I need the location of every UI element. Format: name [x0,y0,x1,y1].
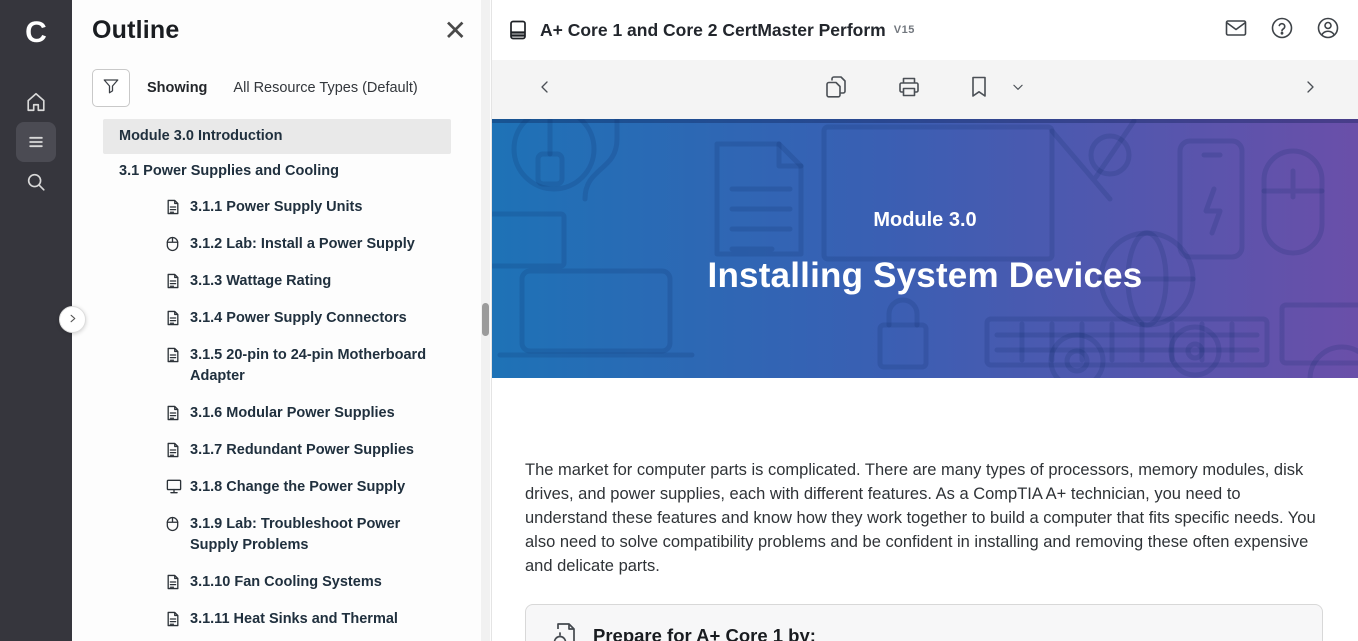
previous-page-button[interactable] [537,79,553,100]
outline-item-label: 3.1.9 Lab: Troubleshoot Power Supply Pro… [190,514,440,556]
bookmark-button[interactable] [970,76,988,103]
document-icon [166,199,182,215]
account-icon [1316,16,1340,45]
outline-item-label: 3.1.1 Power Supply Units [190,197,362,218]
course-version: V15 [894,24,915,36]
messages-button[interactable] [1224,16,1248,45]
app: C [0,0,1358,641]
outline-item[interactable]: 3.1.5 20-pin to 24-pin Motherboard Adapt… [72,337,491,395]
document-icon [166,574,182,590]
outline-scrollbar-thumb[interactable] [482,303,489,336]
outline-item-label: 3.1.4 Power Supply Connectors [190,308,407,329]
bookmark-menu-button[interactable] [1011,80,1025,99]
chevron-right-icon [67,311,78,329]
module-hero-banner: Module 3.0 Installing System Devices [492,119,1358,378]
outline-item-label: 3.1.6 Modular Power Supplies [190,403,395,424]
search-button[interactable] [16,162,56,202]
panel-expander-button[interactable] [59,306,86,333]
outline-item-label: 3.1.11 Heat Sinks and Thermal [190,609,398,630]
document-icon [166,273,182,289]
main-area: A+ Core 1 and Core 2 CertMaster Perform … [492,0,1358,641]
mouse-icon [166,236,182,252]
outline-panel: Outline ✕ Showing All Resource Types (De… [72,0,492,641]
process-document-icon [552,621,578,641]
module-title: Installing System Devices [708,256,1143,296]
document-icon [166,442,182,458]
mouse-icon [166,516,182,532]
outline-item-label: 3.1.10 Fan Cooling Systems [190,572,382,593]
copy-button[interactable] [825,75,847,104]
help-icon [1270,16,1294,45]
outline-item-label: 3.1.8 Change the Power Supply [190,477,405,498]
book-icon [508,20,528,40]
outline-item[interactable]: 3.1.9 Lab: Troubleshoot Power Supply Pro… [72,506,491,564]
menu-icon [26,132,46,152]
outline-item[interactable]: 3.1.6 Modular Power Supplies [72,395,491,432]
outline-item[interactable]: 3.1 Power Supplies and Cooling [72,154,491,189]
course-title: A+ Core 1 and Core 2 CertMaster Perform [540,20,886,41]
forward-icon [1302,79,1318,100]
outline-menu-button[interactable] [16,122,56,162]
document-icon [166,611,182,627]
help-button[interactable] [1270,16,1294,45]
content-toolbar [492,60,1358,119]
outline-item-label: 3.1.5 20-pin to 24-pin Motherboard Adapt… [190,345,440,387]
module-label: Module 3.0 [873,209,976,232]
outline-item[interactable]: 3.1.2 Lab: Install a Power Supply [72,226,491,263]
outline-title: Outline [92,16,180,45]
outline-item[interactable]: 3.1.7 Redundant Power Supplies [72,432,491,469]
search-icon [25,171,47,193]
prepare-callout-card: Prepare for A+ Core 1 by: [525,604,1323,641]
filter-showing-label: Showing [147,80,207,96]
outline-list: Module 3.0 Introduction 3.1 Power Suppli… [72,119,491,638]
outline-item-label: Module 3.0 Introduction [119,126,283,147]
chevron-down-icon [1011,80,1025,99]
outline-item[interactable]: 3.1.3 Wattage Rating [72,263,491,300]
outline-item[interactable]: 3.1.4 Power Supply Connectors [72,300,491,337]
outline-item-label: 3.1.3 Wattage Rating [190,271,331,292]
document-icon [166,310,182,326]
print-icon [897,75,921,104]
intro-paragraph: The market for computer parts is complic… [525,458,1317,578]
mail-icon [1224,16,1248,45]
next-page-button[interactable] [1302,79,1318,100]
comptia-logo: C [25,10,47,56]
copy-icon [825,75,847,104]
outline-item[interactable]: 3.1.1 Power Supply Units [72,189,491,226]
outline-item[interactable]: Module 3.0 Introduction [103,119,451,154]
home-icon [25,91,47,113]
outline-item-label: 3.1.2 Lab: Install a Power Supply [190,234,415,255]
bookmark-icon [970,76,988,103]
outline-item[interactable]: 3.1.10 Fan Cooling Systems [72,564,491,601]
document-icon [166,347,182,363]
outline-item[interactable]: 3.1.11 Heat Sinks and Thermal [72,601,491,638]
filter-button[interactable] [92,69,130,107]
back-icon [537,79,553,100]
monitor-icon [166,479,182,494]
close-outline-button[interactable]: ✕ [444,17,467,45]
close-icon: ✕ [444,15,467,46]
outline-item-label: 3.1 Power Supplies and Cooling [119,161,339,182]
course-header: A+ Core 1 and Core 2 CertMaster Perform … [492,0,1358,60]
outline-item-label: 3.1.7 Redundant Power Supplies [190,440,414,461]
filter-funnel-icon [102,77,120,100]
outline-item[interactable]: 3.1.8 Change the Power Supply [72,469,491,506]
prepare-heading: Prepare for A+ Core 1 by: [593,625,816,641]
filter-value: All Resource Types (Default) [233,80,417,96]
document-icon [166,405,182,421]
print-button[interactable] [897,75,921,104]
account-button[interactable] [1316,16,1340,45]
home-button[interactable] [16,82,56,122]
lesson-content: The market for computer parts is complic… [492,378,1358,641]
